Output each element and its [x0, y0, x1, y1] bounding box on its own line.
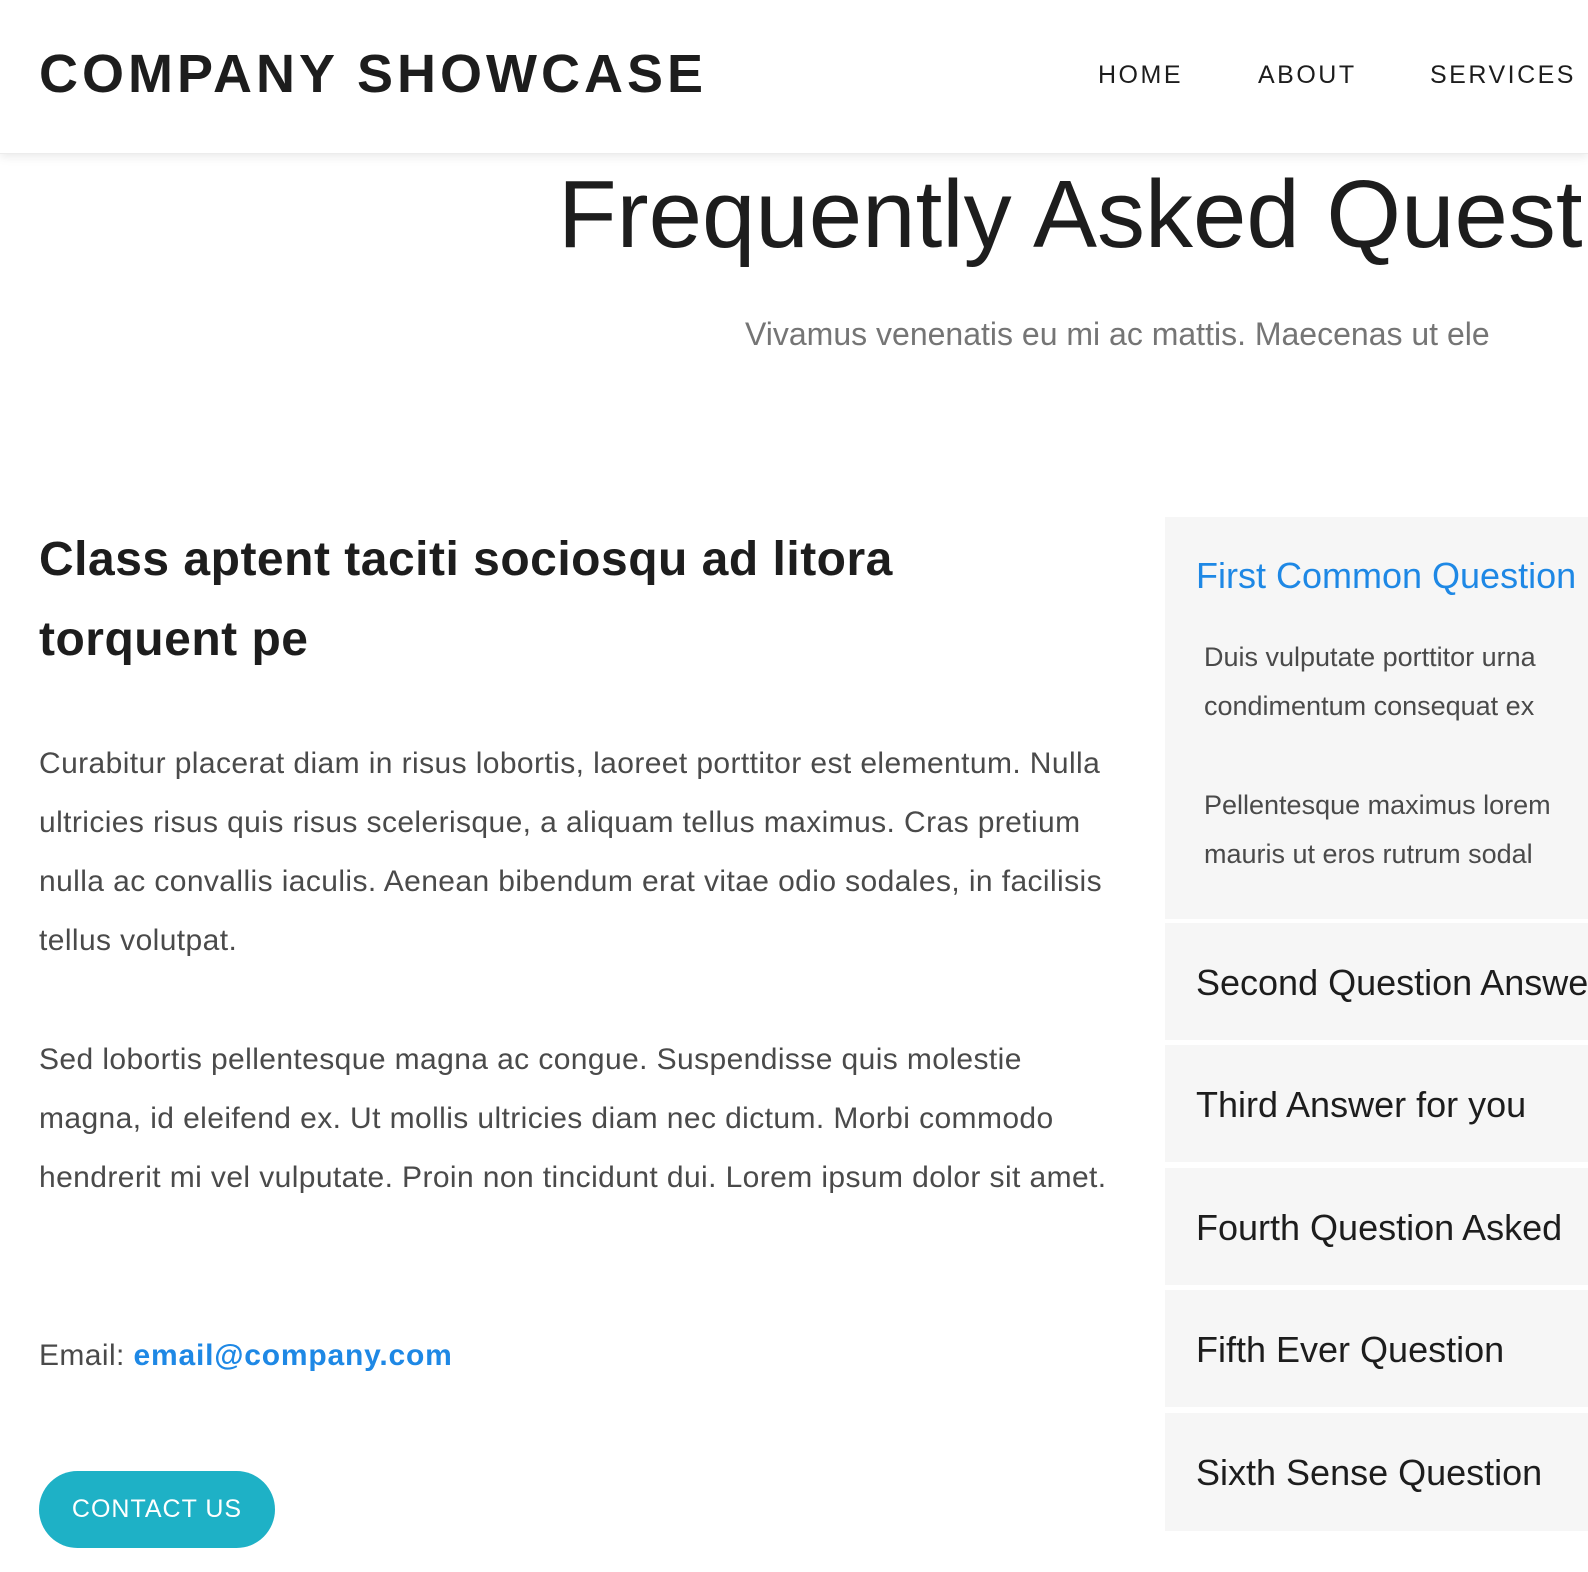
answer-line: mauris ut eros rutrum sodal	[1204, 839, 1533, 869]
body-paragraph-1: Curabitur placerat diam in risus loborti…	[39, 747, 1102, 957]
accordion-item[interactable]: Fourth Question Asked	[1165, 1168, 1588, 1285]
contact-us-button[interactable]: CONTACT US	[39, 1471, 275, 1548]
main-nav: HOME ABOUT SERVICES	[0, 60, 1588, 90]
accordion-item[interactable]: Sixth Sense Question	[1165, 1413, 1588, 1531]
nav-about-link[interactable]: ABOUT	[1258, 60, 1357, 90]
answer-line: Duis vulputate porttitor urna	[1204, 642, 1536, 672]
email-line: Email: email@company.com	[39, 1330, 453, 1382]
faq-accordion: First Common Question Duis vulputate por…	[1165, 517, 1588, 1531]
accordion-item[interactable]: Third Answer for you	[1165, 1045, 1588, 1162]
page-title: Frequently Asked Questions	[558, 161, 1588, 268]
email-label: Email:	[39, 1339, 125, 1372]
nav-services-link[interactable]: SERVICES	[1430, 60, 1576, 90]
body-paragraph-2: Sed lobortis pellentesque magna ac congu…	[39, 1043, 1107, 1194]
accordion-question-5[interactable]: Fifth Ever Question	[1196, 1328, 1504, 1372]
answer-line: Pellentesque maximus lorem	[1204, 790, 1551, 820]
accordion-answer-paragraph-1: Duis vulputate porttitor urna condimentu…	[1204, 633, 1588, 731]
accordion-question-2[interactable]: Second Question Answers	[1196, 961, 1588, 1005]
accordion-item-open: First Common Question Duis vulputate por…	[1165, 517, 1588, 919]
nav-home-link[interactable]: HOME	[1098, 60, 1183, 90]
accordion-question-6[interactable]: Sixth Sense Question	[1196, 1451, 1542, 1495]
accordion-item[interactable]: Second Question Answers	[1165, 923, 1588, 1040]
page-subtitle: Vivamus venenatis eu mi ac mattis. Maece…	[745, 316, 1490, 352]
accordion-question-4[interactable]: Fourth Question Asked	[1196, 1206, 1562, 1250]
section-heading: Class aptent taciti sociosqu ad litora t…	[39, 533, 893, 666]
accordion-answer-paragraph-2: Pellentesque maximus lorem mauris ut ero…	[1204, 781, 1588, 879]
accordion-question-3[interactable]: Third Answer for you	[1196, 1083, 1526, 1127]
accordion-item[interactable]: Fifth Ever Question	[1165, 1290, 1588, 1407]
email-link[interactable]: email@company.com	[134, 1339, 453, 1372]
site-header: COMPANY SHOWCASE HOME ABOUT SERVICES	[0, 0, 1588, 154]
answer-line: condimentum consequat ex	[1204, 691, 1535, 721]
accordion-question-1[interactable]: First Common Question	[1196, 554, 1576, 598]
page: COMPANY SHOWCASE HOME ABOUT SERVICES Fre…	[0, 0, 1588, 1572]
